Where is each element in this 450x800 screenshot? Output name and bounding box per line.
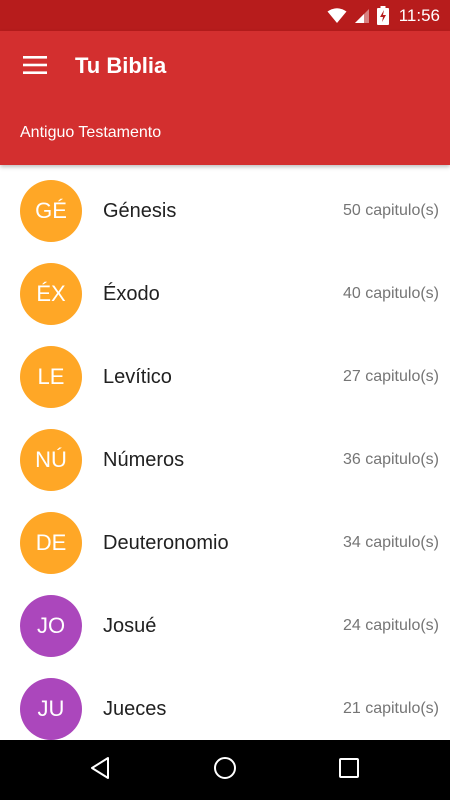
book-row-levitico[interactable]: LE Levítico 27 capitulo(s) [0, 331, 450, 414]
book-row-genesis[interactable]: GÉ Génesis 50 capitulo(s) [0, 165, 450, 248]
hamburger-menu-icon[interactable] [23, 55, 47, 79]
book-name: Levítico [103, 366, 172, 388]
cell-signal-icon [354, 8, 370, 24]
home-icon[interactable] [213, 756, 237, 785]
book-name: Éxodo [103, 283, 160, 305]
book-avatar: LE [20, 346, 82, 408]
book-name: Deuteronomio [103, 532, 229, 554]
wifi-icon [327, 7, 347, 24]
battery-charging-icon [376, 6, 389, 25]
back-icon[interactable] [89, 756, 111, 785]
book-list: GÉ Génesis 50 capitulo(s) ÉX Éxodo 40 ca… [0, 165, 450, 740]
section-label: Antiguo Testamento [20, 124, 162, 141]
home-button[interactable] [207, 752, 243, 788]
recents-icon[interactable] [338, 757, 360, 784]
chapter-count: 34 capitulo(s) [342, 534, 439, 551]
book-avatar: DE [20, 512, 82, 574]
book-avatar: JO [20, 595, 82, 657]
book-row-jueces[interactable]: JU Jueces 21 capitulo(s) [0, 663, 450, 740]
book-avatar: JU [20, 678, 82, 740]
book-avatar: ÉX [20, 263, 82, 325]
chapter-count: 24 capitulo(s) [342, 617, 439, 634]
status-bar: 11:56 [0, 0, 450, 31]
book-name: Génesis [103, 200, 177, 222]
chapter-count: 36 capitulo(s) [342, 451, 439, 468]
book-avatar: NÚ [20, 429, 82, 491]
book-row-numeros[interactable]: NÚ Números 36 capitulo(s) [0, 414, 450, 497]
chapter-count: 21 capitulo(s) [342, 700, 439, 717]
recents-button[interactable] [331, 752, 367, 788]
book-row-exodo[interactable]: ÉX Éxodo 40 capitulo(s) [0, 248, 450, 331]
back-button[interactable] [82, 752, 118, 788]
chapter-count: 40 capitulo(s) [342, 285, 439, 302]
chapter-count: 27 capitulo(s) [342, 368, 439, 385]
book-row-deuteronomio[interactable]: DE Deuteronomio 34 capitulo(s) [0, 497, 450, 580]
navigation-bar [0, 740, 450, 800]
book-row-josue[interactable]: JO Josué 24 capitulo(s) [0, 580, 450, 663]
status-time: 11:56 [398, 5, 440, 25]
app-bar: Tu Biblia Antiguo Testamento [0, 31, 450, 165]
book-avatar: GÉ [20, 180, 82, 242]
menu-button[interactable] [14, 49, 56, 85]
app-title: Tu Biblia [75, 53, 167, 78]
book-name: Números [103, 449, 185, 471]
chapter-count: 50 capitulo(s) [342, 202, 439, 219]
book-name: Jueces [103, 698, 167, 720]
book-name: Josué [103, 615, 157, 637]
